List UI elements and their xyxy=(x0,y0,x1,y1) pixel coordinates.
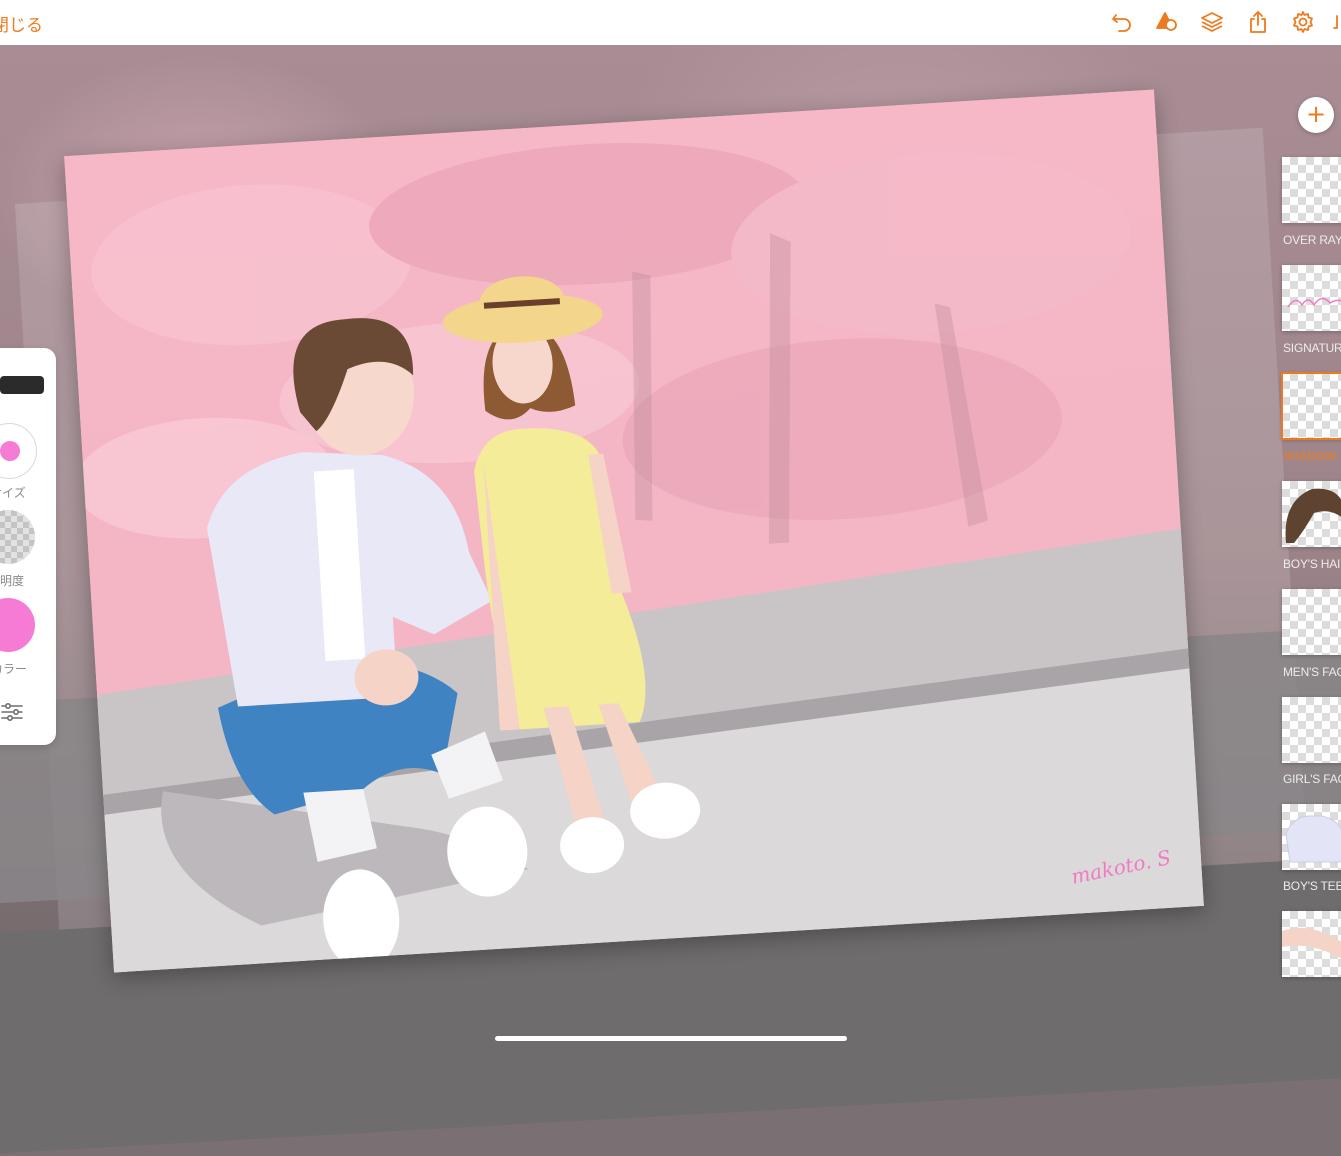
layer-thumbnail-girls-face[interactable] xyxy=(1282,697,1341,763)
layer-name: GIRL'S FACE xyxy=(1283,772,1341,786)
home-indicator[interactable] xyxy=(495,1036,847,1041)
layers-icon[interactable] xyxy=(1200,10,1224,34)
close-button[interactable]: 閉じる xyxy=(0,11,43,36)
layer-thumbnail-over-ray[interactable] xyxy=(1282,157,1341,223)
color-label: カラー xyxy=(0,662,28,676)
layer-thumbnail-boys-hair[interactable] xyxy=(1282,481,1341,547)
settings-icon[interactable] xyxy=(1291,10,1315,34)
drawing-canvas[interactable]: makoto. S xyxy=(64,89,1204,973)
share-icon[interactable] xyxy=(1246,10,1270,34)
brush-tool-panel: サイズ 不透明度 カラー xyxy=(0,348,56,745)
brush-preview-bar[interactable] xyxy=(0,376,44,394)
undo-icon[interactable] xyxy=(1110,10,1134,34)
hair-thumbnail-art xyxy=(1285,488,1341,543)
top-toolbar: 閉じる xyxy=(0,0,1341,45)
more-icon[interactable] xyxy=(1333,10,1341,34)
layer-name: BOY'S HAIR xyxy=(1283,557,1341,571)
add-layer-button[interactable]: + xyxy=(1298,97,1334,133)
layer-thumbnail-mens-face[interactable] xyxy=(1282,589,1341,655)
layer-name: MEN'S FACE xyxy=(1283,665,1341,679)
shape-icon[interactable] xyxy=(1155,10,1179,34)
size-label: サイズ xyxy=(0,486,26,500)
layer-thumbnail-shadow[interactable] xyxy=(1281,372,1341,440)
opacity-control[interactable] xyxy=(0,510,35,564)
signature-thumbnail-art xyxy=(1287,297,1341,308)
brush-size-dot xyxy=(0,441,20,461)
extra-thumbnail-art xyxy=(1282,928,1341,959)
brush-settings-icon[interactable] xyxy=(0,700,24,724)
layer-name: BOY'S TEE xyxy=(1283,879,1341,893)
layer-thumbnail-extra[interactable] xyxy=(1282,911,1341,977)
layer-name: SIGNATURE xyxy=(1283,341,1341,355)
opacity-label: 不透明度 xyxy=(0,574,25,588)
tee-thumbnail-art xyxy=(1285,815,1341,863)
layer-thumbnail-boys-tee[interactable] xyxy=(1282,804,1341,870)
layer-thumbnail-signature[interactable] xyxy=(1282,265,1341,331)
layer-name-selected: SHADOW xyxy=(1283,449,1336,463)
layer-name: OVER RAY xyxy=(1283,233,1341,247)
color-control[interactable] xyxy=(0,598,35,652)
brush-size-control[interactable] xyxy=(0,423,37,479)
artwork xyxy=(64,89,1204,973)
